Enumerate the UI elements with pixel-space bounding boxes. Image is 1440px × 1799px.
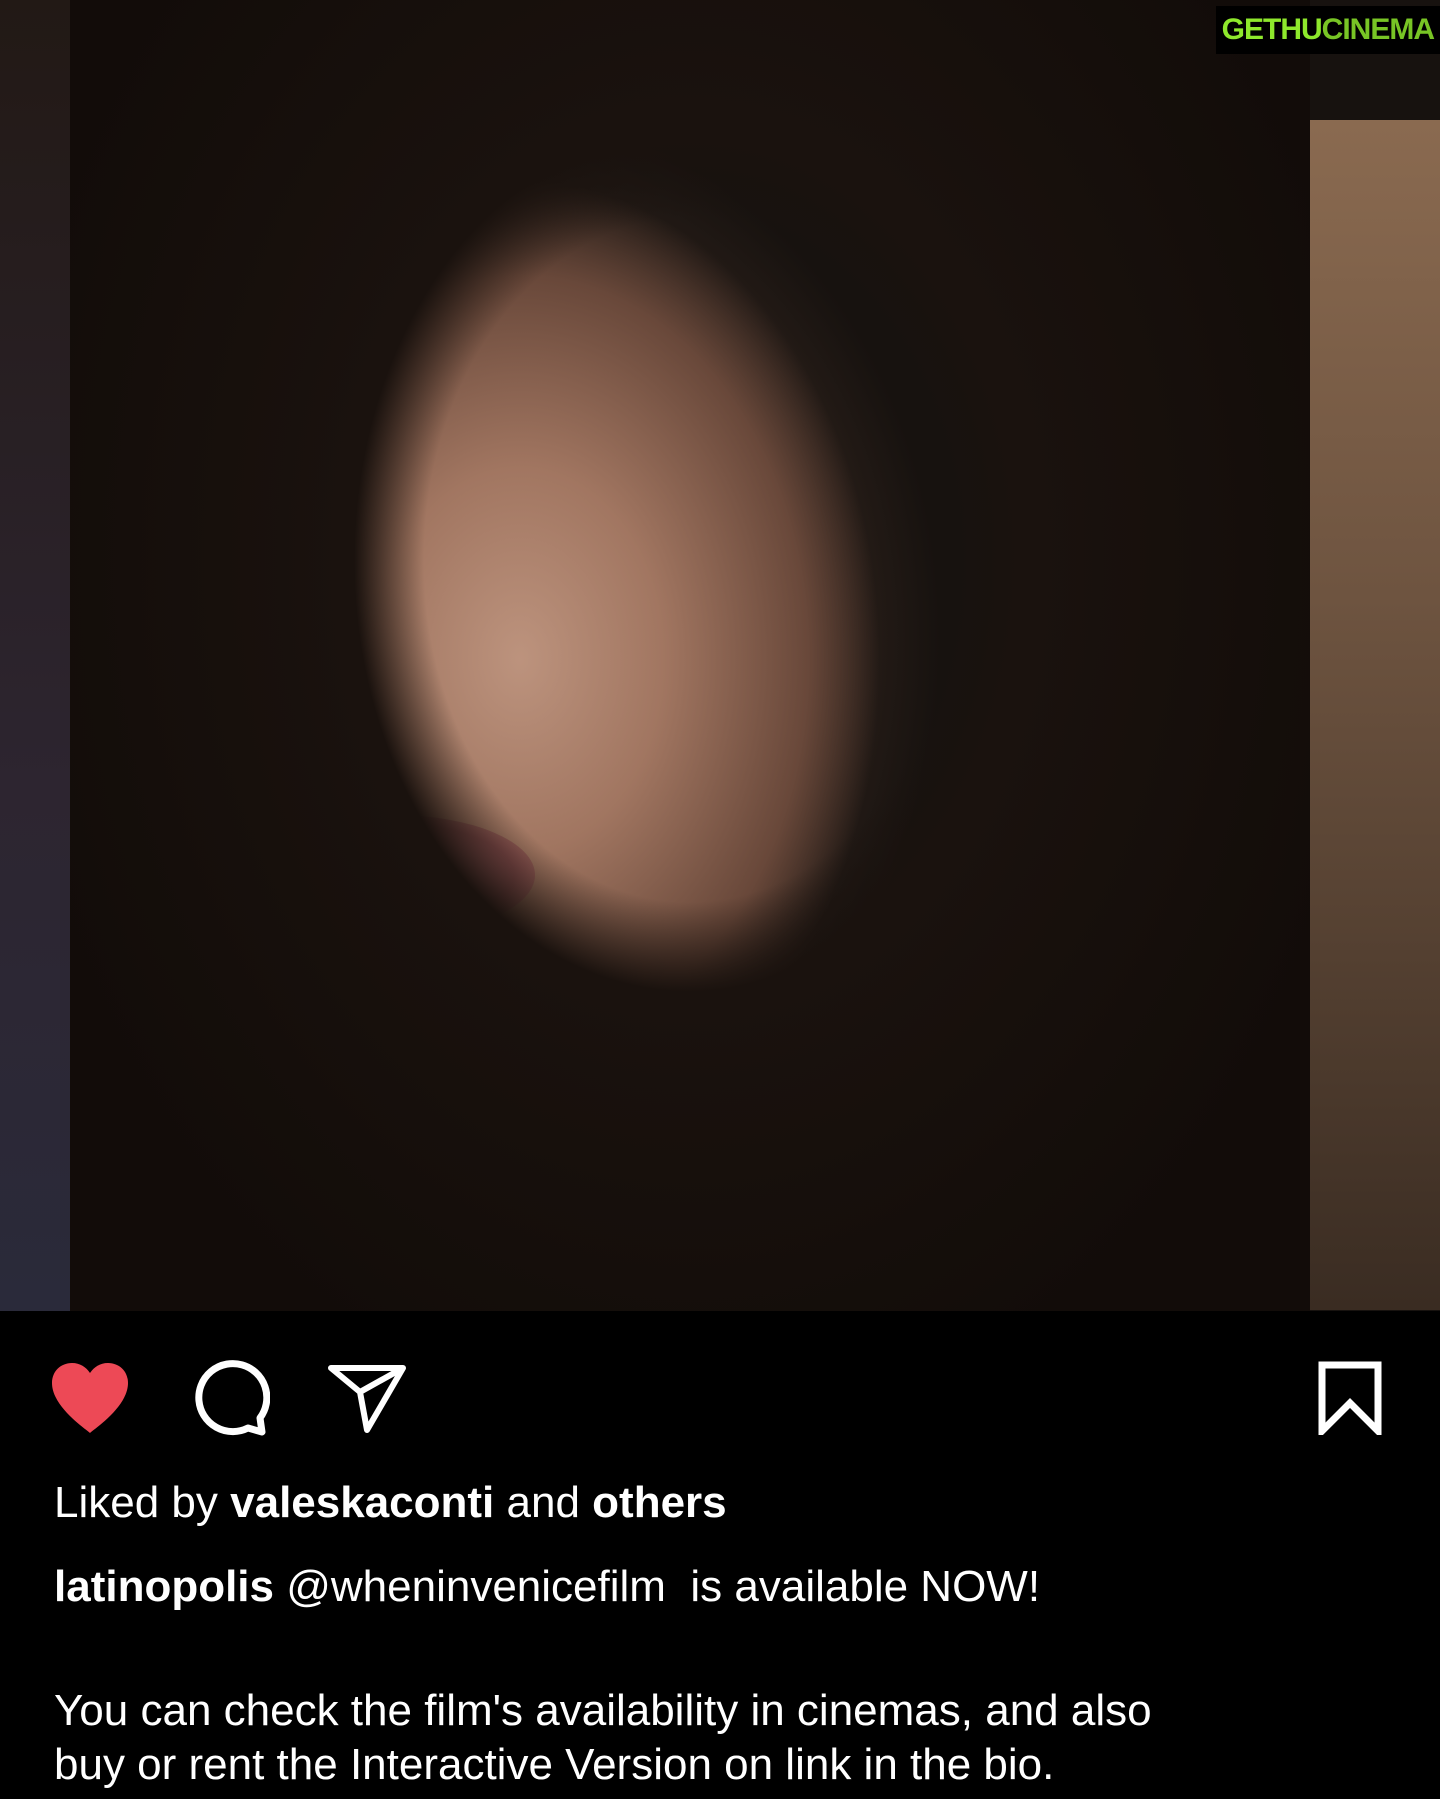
liked-by-others-link[interactable]: others bbox=[592, 1478, 726, 1527]
liked-by-conjunction: and bbox=[506, 1478, 580, 1527]
watermark-logo: GETHU CINEMA bbox=[1215, 6, 1440, 54]
send-icon bbox=[328, 1365, 406, 1433]
action-bar bbox=[0, 1311, 1440, 1441]
comment-icon bbox=[195, 1360, 270, 1436]
caption-header: latinopolis @wheninvenicefilm is availab… bbox=[54, 1560, 1040, 1614]
caption-username-link[interactable]: latinopolis bbox=[54, 1562, 274, 1611]
watermark-part2: CINEMA bbox=[1321, 13, 1435, 46]
image-hair bbox=[70, 0, 1310, 1311]
caption-body: You can check the film's availability in… bbox=[54, 1684, 1414, 1792]
share-button[interactable] bbox=[322, 1353, 412, 1443]
heart-filled-icon bbox=[52, 1363, 128, 1433]
comment-button[interactable] bbox=[185, 1353, 275, 1443]
caption-mention-link[interactable]: @wheninvenicefilm bbox=[286, 1562, 666, 1611]
watermark-part1: GETHU bbox=[1221, 13, 1323, 46]
like-button[interactable] bbox=[45, 1353, 135, 1443]
save-button[interactable] bbox=[1305, 1353, 1395, 1443]
liked-by-prefix: Liked by bbox=[54, 1478, 218, 1527]
post-image[interactable]: GETHU CINEMA bbox=[0, 0, 1440, 1311]
caption-body-line2: buy or rent the Interactive Version on l… bbox=[54, 1740, 1055, 1789]
caption-text: is available NOW! bbox=[690, 1562, 1041, 1611]
bookmark-icon bbox=[1318, 1361, 1382, 1435]
liked-by-text: Liked by valeskaconti and others bbox=[54, 1476, 727, 1530]
caption-body-line1: You can check the film's availability in… bbox=[54, 1686, 1152, 1735]
liked-by-user-link[interactable]: valeskaconti bbox=[230, 1478, 494, 1527]
